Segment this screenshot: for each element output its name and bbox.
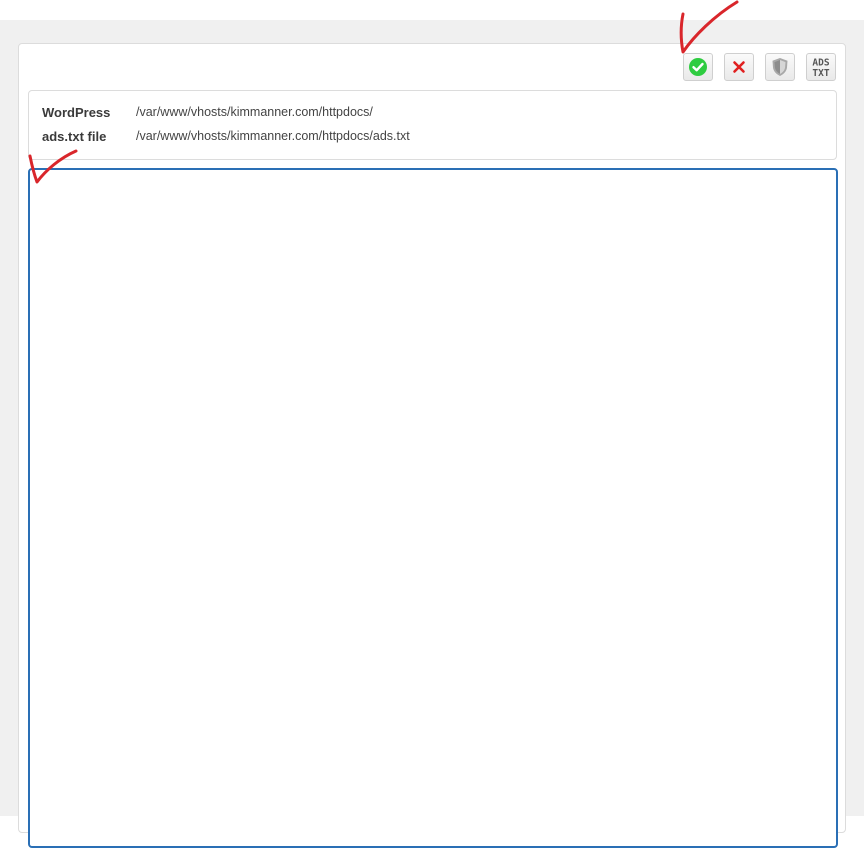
adstxt-row: ads.txt file /var/www/vhosts/kimmanner.c… [42,129,410,144]
ads-txt-button[interactable]: ADS TXT [806,53,836,81]
adstxt-path: /var/www/vhosts/kimmanner.com/httpdocs/a… [136,129,410,143]
top-strip [0,0,864,20]
path-info-box: WordPress /var/www/vhosts/kimmanner.com/… [28,90,837,160]
wordpress-label: WordPress [42,105,111,120]
cancel-button[interactable] [724,53,754,81]
ads-txt-icon: ADS TXT [812,58,829,80]
wordpress-row: WordPress /var/www/vhosts/kimmanner.com/… [42,105,373,120]
shield-icon [772,58,788,76]
ads-txt-editor[interactable] [28,168,838,848]
toolbar: ADS TXT [683,53,836,81]
save-button[interactable] [683,53,713,81]
close-icon [733,61,745,73]
wordpress-path: /var/www/vhosts/kimmanner.com/httpdocs/ [136,105,373,119]
svg-text:ADS: ADS [812,58,829,69]
check-circle-icon [689,58,707,76]
adstxt-label: ads.txt file [42,129,107,144]
ads-txt-panel: ADS TXT WordPress /var/www/vhosts/kimman… [18,43,846,848]
security-button[interactable] [765,53,795,81]
svg-text:TXT: TXT [812,68,829,79]
